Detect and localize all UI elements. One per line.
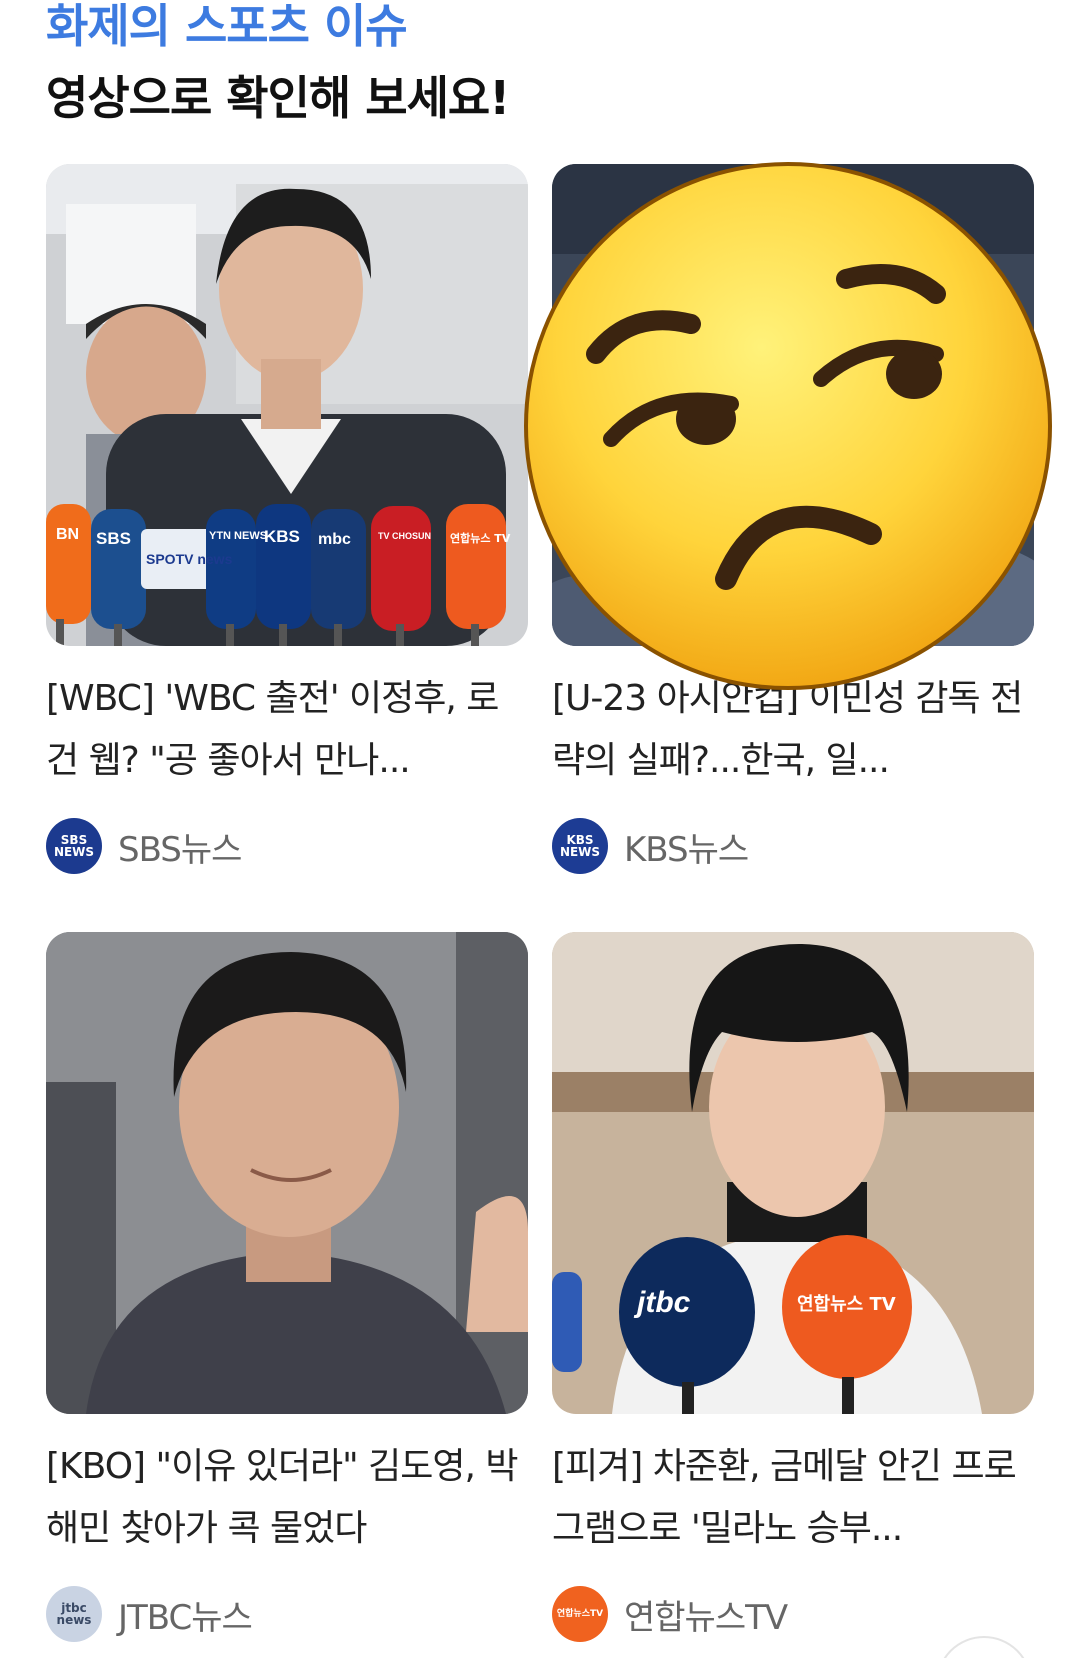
kbs-news-logo-icon: KBS NEWS (552, 818, 608, 874)
video-card-3[interactable]: [KBO] "이유 있더라" 김도영, 박해민 찾아가 콕 물었다 jtbc ne… (46, 932, 528, 1642)
svg-text:SBS: SBS (96, 529, 131, 548)
section-eyebrow: 화제의 스포츠 이슈 (46, 0, 408, 53)
video-title-4[interactable]: [피겨] 차준환, 금메달 안긴 프로그램으로 '밀라노 승부... (552, 1436, 1034, 1560)
svg-text:BN: BN (56, 526, 79, 543)
video-title-2[interactable]: [U-23 아시안컵] 이민성 감독 전략의 실패?...한국, 일... (552, 668, 1034, 792)
video-thumbnail-4[interactable]: jtbc 연합뉴스 TV (552, 932, 1034, 1414)
source-name: 연합뉴스TV (624, 1597, 788, 1638)
svg-text:YTN NEWS: YTN NEWS (209, 530, 267, 542)
section-header: 화제의 스포츠 이슈 영상으로 확인해 보세요! (46, 0, 1046, 128)
sbs-news-logo-icon: SBS NEWS (46, 818, 102, 874)
video-source-2[interactable]: KBS NEWS KBS뉴스 (552, 818, 1034, 874)
video-source-3[interactable]: jtbc news JTBC뉴스 (46, 1586, 528, 1642)
section-headline: 영상으로 확인해 보세요! (46, 71, 510, 125)
thumbnail-image-4: jtbc 연합뉴스 TV (552, 932, 1034, 1414)
jtbc-news-logo-icon: jtbc news (46, 1586, 102, 1642)
video-card-1[interactable]: BN SBS SPOTV news YTN NEWS KBS mbc TV CH… (46, 164, 528, 874)
video-title-1[interactable]: [WBC] 'WBC 출전' 이정후, 로건 웹? "공 좋아서 만나... (46, 668, 528, 792)
video-thumbnail-2[interactable] (552, 164, 1034, 646)
video-title-3[interactable]: [KBO] "이유 있더라" 김도영, 박해민 찾아가 콕 물었다 (46, 1436, 528, 1560)
svg-text:연합뉴스 TV: 연합뉴스 TV (450, 531, 511, 545)
video-card-4[interactable]: jtbc 연합뉴스 TV [피겨] 차준환, 금메달 안긴 프로그램으로 '밀라… (552, 932, 1034, 1642)
thumbnail-image-3 (46, 932, 528, 1414)
video-source-4[interactable]: 연합뉴스TV 연합뉴스TV (552, 1586, 1034, 1642)
thumbnail-image-1: BN SBS SPOTV news YTN NEWS KBS mbc TV CH… (46, 164, 528, 646)
video-thumbnail-1[interactable]: BN SBS SPOTV news YTN NEWS KBS mbc TV CH… (46, 164, 528, 646)
yonhap-news-tv-logo-icon: 연합뉴스TV (552, 1586, 608, 1642)
svg-text:jtbc: jtbc (633, 1286, 691, 1319)
video-source-1[interactable]: SBS NEWS SBS뉴스 (46, 818, 528, 874)
svg-text:연합뉴스 TV: 연합뉴스 TV (797, 1293, 896, 1315)
source-name: JTBC뉴스 (118, 1597, 253, 1638)
svg-text:mbc: mbc (318, 531, 351, 548)
source-name: SBS뉴스 (118, 829, 242, 870)
video-card-2[interactable]: [U-23 아시안컵] 이민성 감독 전략의 실패?...한국, 일... KB… (552, 164, 1034, 874)
thumbnail-image-2 (552, 164, 1034, 646)
source-name: KBS뉴스 (624, 829, 749, 870)
svg-text:SPOTV news: SPOTV news (146, 551, 233, 567)
svg-text:KBS: KBS (264, 527, 300, 546)
video-thumbnail-3[interactable] (46, 932, 528, 1414)
video-grid: BN SBS SPOTV news YTN NEWS KBS mbc TV CH… (46, 164, 1034, 1642)
svg-text:TV CHOSUN: TV CHOSUN (378, 531, 431, 541)
